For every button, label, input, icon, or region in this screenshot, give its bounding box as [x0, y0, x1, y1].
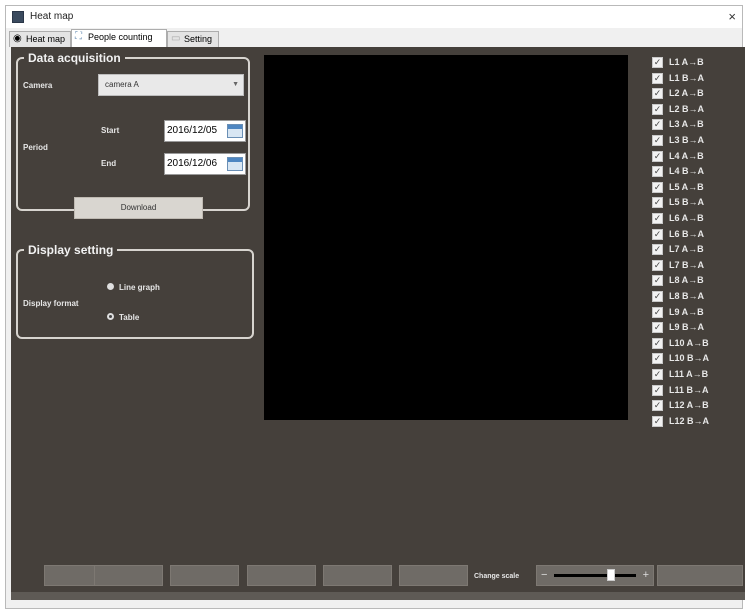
change-scale-label: Change scale — [474, 573, 520, 580]
graph-area — [264, 55, 628, 420]
tab-setting[interactable]: ▭ Setting — [167, 31, 219, 47]
tab-bar: ◉ Heat map ⛶ People counting ▭ Setting — [6, 28, 742, 47]
checkbox-label: L7 B→A — [669, 259, 705, 270]
checkbox[interactable]: ✓ — [652, 415, 663, 427]
people-counting-icon: ⛶ — [75, 31, 82, 42]
checkbox-label: L11 B→A — [669, 384, 709, 395]
status-bar — [11, 592, 745, 600]
checkbox[interactable]: ✓ — [652, 244, 663, 256]
end-date-value: 2016/12/06 — [167, 158, 218, 169]
checkbox-label: L3 B→A — [669, 135, 705, 145]
checkbox[interactable]: ✓ — [652, 181, 663, 193]
previous-button[interactable] — [170, 565, 239, 586]
checkbox-label: L12 A→B — [669, 400, 709, 411]
next-button[interactable] — [247, 565, 316, 586]
group-title: Data acquisition — [28, 51, 121, 65]
group-title: Display setting — [28, 243, 114, 257]
checkbox-label: L5 A→B — [669, 181, 704, 192]
tab-label: Setting — [184, 34, 213, 44]
checkbox-label: L10 A→B — [669, 337, 709, 348]
checkbox-label: L8 A→B — [669, 275, 704, 286]
start-date-value: 2016/12/05 — [167, 125, 218, 136]
checkbox[interactable]: ✓ — [652, 353, 663, 365]
checkbox-label: L2 B→A — [669, 103, 705, 114]
period-label: Period — [23, 143, 48, 152]
table-label: Table — [119, 313, 140, 322]
checkbox[interactable]: ✓ — [652, 384, 663, 396]
table-radio[interactable] — [107, 313, 114, 320]
start-label: Start — [101, 126, 120, 135]
tab-label: People counting — [88, 32, 153, 42]
close-icon[interactable]: × — [728, 9, 736, 24]
title-bar: Heat map × — [6, 6, 742, 28]
tab-people-counting[interactable]: ⛶ People counting — [71, 29, 167, 47]
scale-slider[interactable]: − + — [536, 565, 654, 586]
checkbox-label: L11 A→B — [669, 369, 709, 379]
checkbox[interactable]: ✓ — [652, 72, 663, 84]
checkbox[interactable]: ✓ — [652, 150, 663, 162]
scroll-right-button[interactable] — [323, 565, 392, 586]
zoom-in-icon[interactable]: + — [643, 569, 649, 581]
checkbox[interactable]: ✓ — [652, 369, 663, 380]
checkbox-label: L2 A→B — [669, 88, 704, 99]
checkbox[interactable]: ✓ — [652, 337, 663, 349]
checkbox-label: L9 A→B — [669, 306, 704, 317]
end-date-field[interactable]: 2016/12/06 — [164, 153, 246, 175]
checkbox-label: L6 B→A — [669, 228, 705, 239]
zoom-out-icon[interactable]: − — [541, 569, 547, 581]
checkbox-label: L5 B→A — [669, 197, 705, 208]
checkbox[interactable]: ✓ — [652, 275, 663, 287]
display-format-label: Display format — [23, 299, 79, 308]
heatmap-app-icon — [12, 11, 24, 23]
checkbox-label: L1 A→B — [669, 57, 704, 67]
checkbox-label: L4 B→A — [669, 166, 705, 177]
checkbox[interactable]: ✓ — [652, 322, 663, 334]
checkbox[interactable]: ✓ — [652, 135, 663, 146]
checkbox-label: L6 A→B — [669, 213, 704, 223]
checkbox[interactable]: ✓ — [652, 119, 663, 131]
checkbox[interactable]: ✓ — [652, 166, 663, 178]
checkbox-label: L8 B→A — [669, 291, 705, 301]
checkbox-label: L3 A→B — [669, 119, 704, 130]
setting-icon: ▭ — [171, 33, 181, 44]
tab-heat-map[interactable]: ◉ Heat map — [9, 31, 71, 47]
checkbox-label: L9 B→A — [669, 322, 705, 333]
line-graph-label: Line graph — [119, 283, 160, 292]
start-date-field[interactable]: 2016/12/05 — [164, 120, 246, 142]
line-graph-radio[interactable] — [107, 283, 114, 290]
slider-thumb[interactable] — [607, 569, 615, 581]
checkbox[interactable]: ✓ — [652, 291, 663, 302]
tab-label: Heat map — [26, 34, 66, 44]
camera-value: camera A — [105, 80, 139, 89]
checkbox-label: L4 A→B — [669, 150, 704, 161]
slider-track — [554, 574, 636, 577]
app-window: Heat map × ◉ Heat map ⛶ People counting … — [5, 5, 745, 609]
checkbox[interactable]: ✓ — [652, 103, 663, 115]
checkbox[interactable]: ✓ — [652, 57, 663, 68]
checkbox[interactable]: ✓ — [652, 400, 663, 412]
checkbox[interactable]: ✓ — [652, 197, 663, 209]
checkbox-label: L7 A→B — [669, 244, 704, 255]
calendar-icon[interactable] — [227, 124, 243, 138]
scroll-right-far-button[interactable] — [399, 565, 468, 586]
action-button[interactable] — [657, 565, 743, 586]
scroll-left-button[interactable] — [94, 565, 163, 586]
checkbox[interactable]: ✓ — [652, 228, 663, 240]
download-button[interactable]: Download — [74, 197, 203, 219]
checkbox[interactable]: ✓ — [652, 88, 663, 100]
checkbox[interactable]: ✓ — [652, 213, 663, 224]
calendar-icon[interactable] — [227, 157, 243, 171]
people-counting-panel: Data acquisition Camera camera A ▼ Perio… — [11, 47, 745, 600]
window-title: Heat map — [30, 11, 74, 22]
checkbox[interactable]: ✓ — [652, 306, 663, 318]
heatmap-icon: ◉ — [13, 33, 22, 44]
chevron-down-icon: ▼ — [232, 81, 239, 88]
checkbox[interactable]: ✓ — [652, 259, 663, 271]
checkbox-label: L12 B→A — [669, 415, 710, 426]
camera-label: Camera — [23, 81, 53, 90]
camera-select[interactable]: camera A ▼ — [98, 74, 244, 96]
checkbox-label: L1 B→A — [669, 72, 705, 83]
checkbox-label: L10 B→A — [669, 353, 710, 364]
end-label: End — [101, 159, 117, 168]
